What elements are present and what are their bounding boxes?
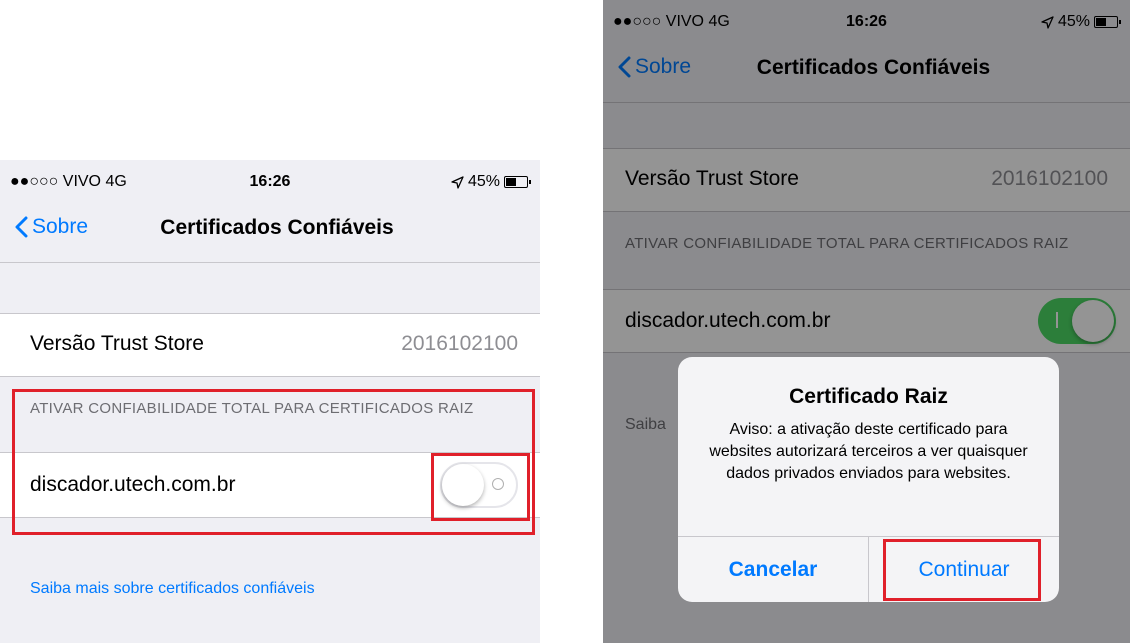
trust-store-row: Versão Trust Store 2016102100 bbox=[0, 313, 540, 377]
continue-button[interactable]: Continuar bbox=[869, 537, 1059, 602]
status-right: 45% bbox=[451, 173, 531, 191]
trust-store-label: Versão Trust Store bbox=[30, 332, 204, 355]
toggle-knob bbox=[442, 464, 484, 506]
alert-title: Certificado Raiz bbox=[789, 385, 948, 408]
certificate-row: discador.utech.com.br bbox=[0, 452, 540, 518]
section-header: ATIVAR CONFIABILIDADE TOTAL PARA CERTIFI… bbox=[30, 400, 474, 417]
alert-message: Aviso: a ativação deste certificado para… bbox=[709, 421, 1028, 482]
navigation-bar: Sobre Certificados Confiáveis bbox=[0, 200, 540, 263]
left-screen: ●●○○○ VIVO 4G 16:26 45% Sobre Certificad… bbox=[0, 160, 540, 643]
certificate-toggle[interactable] bbox=[440, 462, 518, 508]
learn-more-link[interactable]: Saiba mais sobre certificados confiáveis bbox=[30, 580, 315, 598]
certificate-label: discador.utech.com.br bbox=[30, 473, 236, 496]
battery-icon bbox=[504, 176, 531, 188]
status-bar: ●●○○○ VIVO 4G 16:26 45% bbox=[0, 160, 540, 200]
right-screen: ●●○○○ VIVO 4G 16:26 45% Sobre Certificad… bbox=[603, 0, 1130, 643]
location-arrow-icon bbox=[451, 175, 464, 189]
cancel-button[interactable]: Cancelar bbox=[678, 537, 868, 602]
trust-store-value: 2016102100 bbox=[401, 332, 518, 355]
page-title: Certificados Confiáveis bbox=[160, 216, 394, 239]
battery-percent: 45% bbox=[467, 173, 500, 190]
alert-dialog: Certificado Raiz Aviso: a ativação deste… bbox=[678, 357, 1059, 602]
toggle-off-indicator bbox=[492, 478, 504, 490]
